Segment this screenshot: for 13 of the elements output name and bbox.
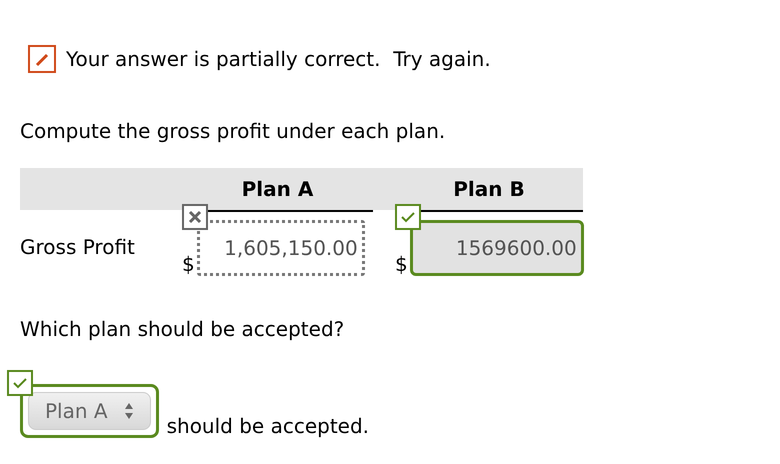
answer-suffix: should be accepted. (166, 416, 370, 436)
answer-field[interactable]: 1569600.00 (410, 220, 584, 276)
answer-field[interactable]: 1,605,150.00 (196, 220, 365, 276)
row-label: Gross Profit (20, 234, 136, 261)
column-header: Plan B (453, 177, 525, 201)
currency-symbol: $ (182, 254, 195, 274)
currency-symbol: $ (395, 254, 408, 274)
feedback-message: Your answer is partially correct. Try again. (66, 46, 491, 73)
question-text: Compute the gross profit under each plan. (19, 118, 446, 145)
question-text: Which plan should be accepted? (19, 316, 346, 343)
plan-select[interactable]: Plan A (20, 384, 159, 438)
sort-arrows-icon (124, 402, 134, 420)
column-header: Plan A (242, 177, 314, 201)
